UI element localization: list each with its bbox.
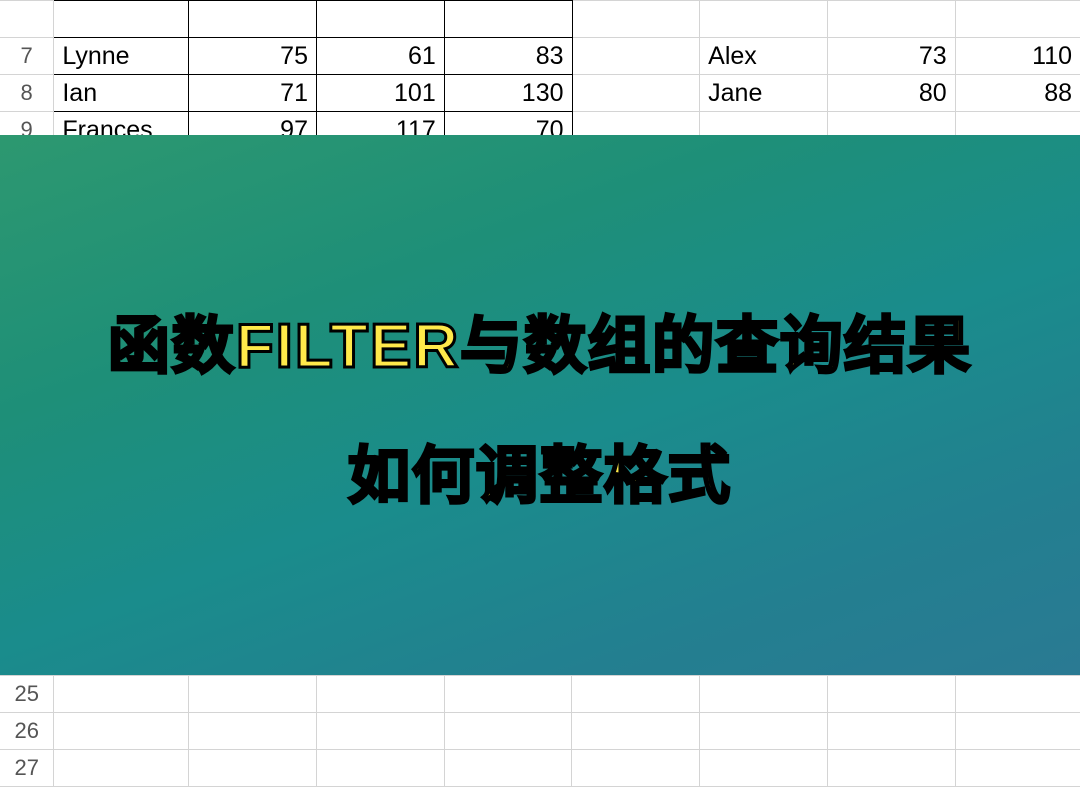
table-row[interactable]: 25 [0,676,1080,713]
cell-value[interactable]: 75 [189,38,317,75]
spreadsheet-top[interactable]: 7 Lynne 75 61 83 Alex 73 110 8 Ian 71 10… [0,0,1080,149]
cell-empty[interactable] [572,75,700,112]
cell-empty[interactable] [444,676,572,713]
table-row[interactable]: 27 [0,750,1080,787]
cell-empty[interactable] [700,713,828,750]
cell-empty[interactable] [444,713,572,750]
title-line-2: 如何调整格式 [348,425,732,515]
cell-empty[interactable] [827,750,955,787]
cell-empty[interactable] [189,713,317,750]
cell-value[interactable]: 110 [955,38,1080,75]
cell-value[interactable]: 71 [189,75,317,112]
row-number: 8 [0,75,54,112]
cell-empty[interactable] [54,750,189,787]
row-number: 7 [0,38,54,75]
spreadsheet-bottom[interactable]: 25 26 27 [0,675,1080,787]
cell-value[interactable]: 73 [827,38,955,75]
cell-empty[interactable] [572,713,700,750]
cell-name[interactable]: Jane [700,75,828,112]
cell-empty[interactable] [444,750,572,787]
row-number: 27 [0,750,54,787]
table-row-partial [0,1,1080,38]
cell-empty[interactable] [572,676,700,713]
cell-empty[interactable] [189,676,317,713]
cell-value[interactable]: 83 [444,38,572,75]
title-line-1: 函数FILTER与数组的查询结果 [108,295,972,385]
cell-name[interactable]: Lynne [54,38,189,75]
cell-name[interactable]: Ian [54,75,189,112]
cell-empty[interactable] [189,750,317,787]
cell-empty[interactable] [316,676,444,713]
cell-empty[interactable] [316,750,444,787]
cell-empty[interactable] [827,713,955,750]
cell-value[interactable]: 80 [827,75,955,112]
cell-empty[interactable] [827,676,955,713]
cell-name[interactable]: Alex [700,38,828,75]
title-overlay: 函数FILTER与数组的查询结果 如何调整格式 [0,135,1080,675]
row-number: 26 [0,713,54,750]
cell-empty[interactable] [955,676,1080,713]
table-row[interactable]: 26 [0,713,1080,750]
cell-empty[interactable] [54,676,189,713]
cell-empty[interactable] [316,713,444,750]
cell-empty[interactable] [572,38,700,75]
cell-empty[interactable] [54,713,189,750]
table-row[interactable]: 8 Ian 71 101 130 Jane 80 88 [0,75,1080,112]
cell-empty[interactable] [955,750,1080,787]
cell-empty[interactable] [572,750,700,787]
cell-empty[interactable] [700,750,828,787]
cell-value[interactable]: 101 [316,75,444,112]
cell-value[interactable]: 130 [444,75,572,112]
cell-value[interactable]: 61 [316,38,444,75]
cell-empty[interactable] [955,713,1080,750]
table-row[interactable]: 7 Lynne 75 61 83 Alex 73 110 [0,38,1080,75]
cell-value[interactable]: 88 [955,75,1080,112]
cell-empty[interactable] [700,676,828,713]
row-number: 25 [0,676,54,713]
